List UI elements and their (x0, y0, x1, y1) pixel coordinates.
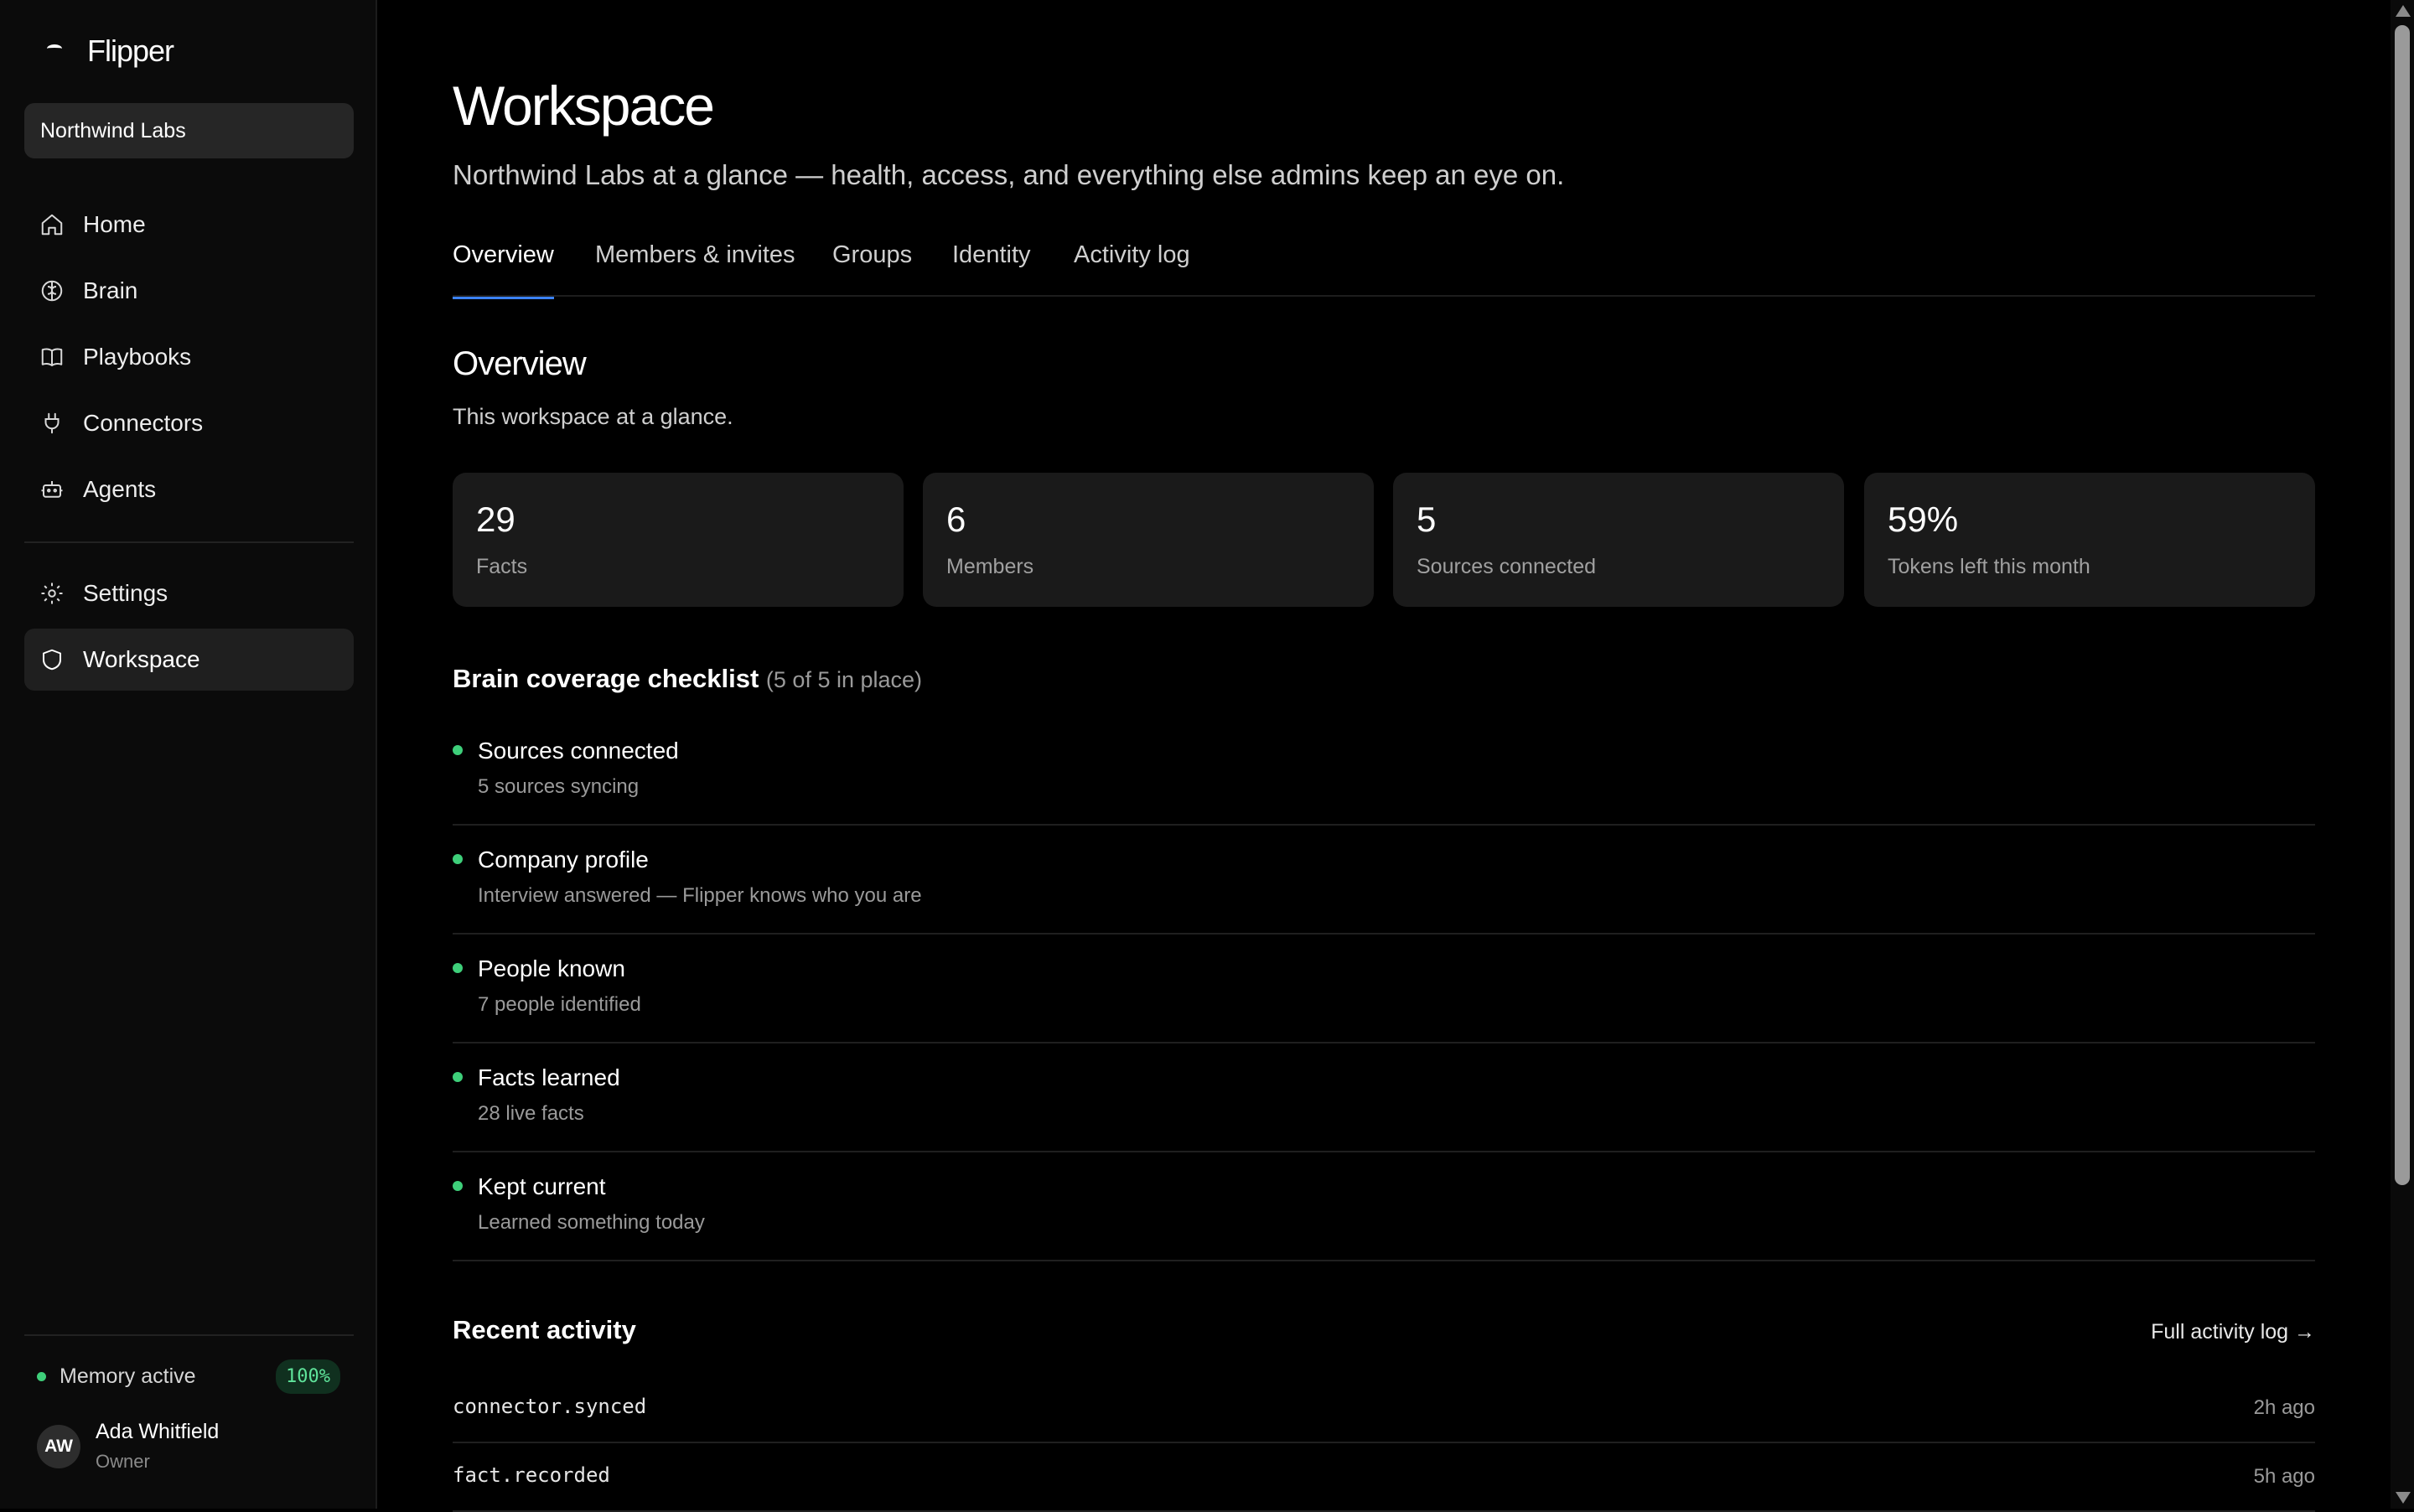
activity-list: connector.synced 2h ago fact.recorded 5h… (453, 1375, 2315, 1512)
user-name: Ada Whitfield (96, 1420, 220, 1443)
stat-card-sources: 5 Sources connected (1393, 473, 1844, 607)
checklist-item-desc: 5 sources syncing (478, 775, 640, 798)
tab-activity-log[interactable]: Activity log (1074, 241, 1190, 289)
check-dot-icon (453, 963, 463, 973)
sidebar-item-home[interactable]: Home (24, 194, 354, 256)
memory-percent-badge: 100% (276, 1359, 340, 1394)
stat-label: Members (946, 555, 1034, 578)
checklist-item: Sources connected 5 sources syncing (453, 717, 2315, 826)
checklist-heading: Brain coverage checklist (5 of 5 in plac… (453, 664, 922, 694)
stat-card-members: 6 Members (923, 473, 1374, 607)
activity-row[interactable]: fact.recorded 5h ago (453, 1443, 2315, 1512)
sidebar-item-settings[interactable]: Settings (24, 562, 354, 624)
gear-icon (41, 583, 63, 604)
checklist-count: (5 of 5 in place) (765, 667, 923, 692)
section-title: Overview (453, 345, 587, 382)
check-dot-icon (453, 1181, 463, 1191)
activity-event: connector.synced (453, 1395, 647, 1418)
primary-nav: Home Brain Playbooks Connectors Agents (24, 194, 354, 525)
sidebar-item-connectors[interactable]: Connectors (24, 392, 354, 454)
checklist-item-desc: 7 people identified (478, 993, 641, 1016)
stat-card-tokens: 59% Tokens left this month (1864, 473, 2315, 607)
home-icon (41, 214, 63, 236)
tab-groups[interactable]: Groups (832, 241, 912, 289)
scroll-down-arrow-icon[interactable] (2396, 1492, 2411, 1504)
sidebar-item-agents[interactable]: Agents (24, 458, 354, 520)
sidebar-item-playbooks[interactable]: Playbooks (24, 326, 354, 388)
brain-icon (41, 280, 63, 302)
secondary-nav: Settings Workspace (24, 562, 354, 695)
checklist-item: Kept current Learned something today (453, 1152, 2315, 1261)
avatar: AW (37, 1424, 80, 1468)
checklist-item-title: Company profile (478, 847, 649, 873)
checklist-item: Facts learned 28 live facts (453, 1043, 2315, 1152)
app-name: Flipper (87, 34, 174, 68)
checklist-item-title: Kept current (478, 1173, 606, 1199)
memory-status-label: Memory active (60, 1364, 196, 1388)
check-dot-icon (453, 1072, 463, 1082)
shield-icon (43, 649, 61, 671)
stat-value: 5 (1417, 500, 1437, 539)
tab-overview[interactable]: Overview (453, 241, 554, 299)
check-dot-icon (453, 854, 463, 864)
check-dot-icon (453, 745, 463, 755)
sidebar-item-workspace[interactable]: Workspace (24, 629, 354, 691)
tab-identity[interactable]: Identity (952, 241, 1031, 289)
activity-row[interactable]: connector.synced 2h ago (453, 1375, 2315, 1443)
user-profile[interactable]: AW Ada Whitfield Owner (37, 1420, 219, 1473)
flipper-logo-icon (40, 36, 70, 66)
sidebar-footer-divider (24, 1334, 354, 1336)
checklist-item-title: Sources connected (478, 738, 679, 764)
sidebar-divider (24, 541, 354, 543)
full-activity-log-link[interactable]: Full activity log → (2151, 1320, 2315, 1344)
checklist-item: Company profile Interview answered — Fli… (453, 826, 2315, 935)
sidebar-item-label: Workspace (83, 646, 200, 672)
status-dot-icon (37, 1372, 46, 1381)
scroll-thumb[interactable] (2395, 25, 2410, 1185)
vertical-scrollbar[interactable] (2391, 0, 2414, 1509)
stat-cards: 29 Facts 6 Members 5 Sources connected 5… (453, 473, 2315, 607)
scroll-up-arrow-icon[interactable] (2396, 5, 2411, 17)
sidebar-item-label: Connectors (83, 410, 204, 436)
sidebar-item-label: Settings (83, 580, 168, 606)
checklist-item-desc: Learned something today (478, 1211, 705, 1234)
stat-label: Tokens left this month (1888, 555, 2090, 578)
robot-icon (41, 481, 63, 498)
tab-bar: Overview Members & invites Groups Identi… (453, 236, 2315, 299)
recent-activity-title: Recent activity (453, 1315, 636, 1344)
sidebar-item-brain[interactable]: Brain (24, 260, 354, 322)
activity-event: fact.recorded (453, 1463, 610, 1487)
page-title: Workspace (453, 75, 715, 137)
stat-value: 29 (476, 500, 515, 539)
section-subtitle: This workspace at a glance. (453, 404, 733, 429)
memory-status: Memory active 100% (37, 1359, 340, 1394)
stat-card-facts: 29 Facts (453, 473, 904, 607)
checklist-item-title: People known (478, 955, 625, 981)
sidebar: Flipper Northwind Labs Home Brain Playbo… (0, 0, 377, 1509)
checklist: Sources connected 5 sources syncing Comp… (453, 717, 2315, 1261)
activity-time: 5h ago (2253, 1465, 2315, 1488)
plug-icon (44, 412, 60, 434)
tab-members-invites[interactable]: Members & invites (595, 241, 795, 289)
sidebar-item-label: Agents (83, 476, 157, 502)
stat-value: 59% (1888, 500, 1959, 539)
sidebar-item-label: Brain (83, 277, 138, 303)
checklist-item-desc: Interview answered — Flipper knows who y… (478, 884, 922, 907)
activity-time: 2h ago (2253, 1396, 2315, 1419)
user-role: Owner (96, 1451, 150, 1472)
stat-label: Sources connected (1417, 555, 1597, 578)
book-icon (41, 348, 63, 366)
sidebar-item-label: Playbooks (83, 344, 192, 370)
sidebar-item-label: Home (83, 211, 146, 237)
page-subtitle: Northwind Labs at a glance — health, acc… (453, 159, 1565, 190)
workspace-switcher[interactable]: Northwind Labs (24, 103, 354, 158)
stat-value: 6 (946, 500, 966, 539)
checklist-item-desc: 28 live facts (478, 1102, 584, 1125)
checklist-title: Brain coverage checklist (453, 664, 759, 693)
checklist-item: People known 7 people identified (453, 935, 2315, 1043)
checklist-item-title: Facts learned (478, 1064, 620, 1090)
brand[interactable]: Flipper (40, 34, 174, 69)
stat-label: Facts (476, 555, 528, 578)
